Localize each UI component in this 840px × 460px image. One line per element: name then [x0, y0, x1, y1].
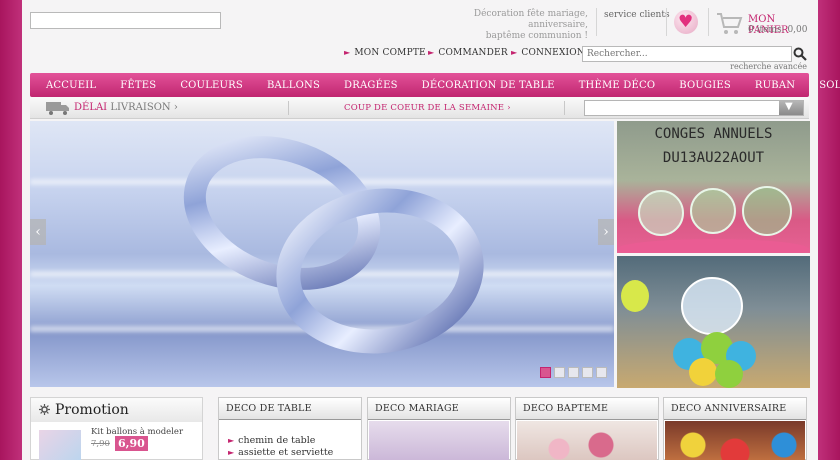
category-deco-bapteme: DECO BAPTEME — [515, 397, 659, 460]
service-clients-link[interactable]: service clients — [604, 10, 670, 20]
subbar-divider — [288, 101, 289, 115]
nav-connexion[interactable]: ► CONNEXION — [511, 48, 585, 58]
menu-item-dragees[interactable]: DRAGÉES — [344, 80, 398, 91]
truck-icon — [46, 102, 69, 115]
category-header[interactable]: DECO ANNIVERSAIRE — [664, 398, 806, 420]
header-divider — [666, 8, 667, 36]
arrow-right-icon: ► — [428, 48, 435, 57]
promo-new-price: 6,90 — [115, 436, 148, 451]
category-image[interactable] — [517, 421, 657, 460]
candy-jars-image — [617, 186, 809, 253]
chevron-down-icon: ▼ — [785, 101, 793, 112]
slider-dot[interactable] — [596, 367, 607, 378]
category-deco-mariage: DECO MARIAGE — [367, 397, 511, 460]
header-divider — [596, 8, 597, 36]
promo-product-image[interactable] — [39, 430, 81, 460]
menu-item-couleurs[interactable]: COULEURS — [180, 80, 243, 91]
category-deco-anniversaire: DECO ANNIVERSAIRE — [663, 397, 807, 460]
category-link-chemin-de-table[interactable]: ► chemin de table — [228, 435, 333, 447]
cart-items-count: 0 items: 0,00 — [748, 25, 808, 35]
promotion-header: Promotion — [31, 398, 202, 422]
menu-item-ruban[interactable]: RUBAN — [755, 80, 795, 91]
category-image[interactable] — [665, 421, 805, 460]
annual-closing-banner[interactable]: CONGES ANNUELS DU13AU22AOUT — [617, 121, 810, 253]
slider-dot[interactable] — [582, 367, 593, 378]
arrow-right-icon: ► — [228, 448, 235, 457]
category-select[interactable]: ▼ — [584, 100, 804, 116]
menu-item-fetes[interactable]: FÊTES — [120, 80, 156, 91]
category-deco-de-table: DECO DE TABLE ► chemin de table ► assiette… — [218, 397, 362, 460]
header-divider — [708, 8, 709, 36]
banner-line-2: DU13AU22AOUT — [662, 150, 765, 166]
hero-slider: ‹ › — [30, 121, 614, 387]
promotion-title: Promotion — [55, 402, 129, 418]
menu-item-bougies[interactable]: BOUGIES — [679, 80, 731, 91]
gear-icon — [39, 404, 50, 415]
chevron-right-icon: › — [507, 103, 511, 113]
banner-line-1: CONGES ANNUELS — [654, 126, 773, 142]
category-header[interactable]: DECO MARIAGE — [368, 398, 510, 420]
menu-item-soldes[interactable]: SOLDES — [819, 80, 840, 91]
select-dropdown-button[interactable]: ▼ — [779, 101, 803, 115]
search-input[interactable] — [582, 46, 792, 62]
delivery-link[interactable]: DÉLAI LIVRAISON › — [74, 102, 178, 113]
main-menu: ACCUEIL FÊTES COULEURS BALLONS DRAGÉES D… — [30, 73, 840, 97]
coup-de-coeur-link[interactable]: COUP DE COEUR DE LA SEMAINE › — [344, 103, 511, 113]
slider-dot[interactable] — [540, 367, 551, 378]
arrow-right-icon: ► — [511, 48, 518, 57]
category-link-assiette-et-serviette[interactable]: ► assiette et serviette — [228, 447, 333, 459]
category-header[interactable]: DECO BAPTEME — [516, 398, 658, 420]
nav-mon-compte[interactable]: ► MON COMPTE — [344, 48, 426, 58]
site-tagline: Décoration fête mariage, anniversaire, b… — [412, 9, 588, 42]
category-header[interactable]: DECO DE TABLE — [219, 398, 361, 420]
menu-item-accueil[interactable]: ACCUEIL — [46, 80, 96, 91]
slider-dot[interactable] — [568, 367, 579, 378]
promotion-box: Promotion Kit ballons à modeler 7,90 6,9… — [30, 397, 203, 460]
promo-old-price: 7,90 — [91, 439, 110, 449]
slider-dots — [540, 367, 607, 378]
menu-item-decoration-de-table[interactable]: DÉCORATION DE TABLE — [422, 80, 555, 91]
cart-icon[interactable] — [715, 9, 743, 37]
search-icon[interactable] — [793, 47, 807, 61]
category-image[interactable] — [369, 421, 509, 460]
arrow-right-icon: ► — [228, 436, 235, 445]
slider-dot[interactable] — [554, 367, 565, 378]
subbar-divider — [564, 101, 565, 115]
advanced-search-link[interactable]: recherche avancée — [712, 62, 807, 71]
wedding-rings-image — [183, 136, 484, 354]
page: Décoration fête mariage, anniversaire, b… — [22, 0, 840, 460]
menu-item-ballons[interactable]: BALLONS — [267, 80, 320, 91]
category-links: ► chemin de table ► assiette et serviette — [228, 435, 333, 459]
balloons-image — [621, 277, 756, 388]
menu-item-theme-deco[interactable]: THÈME DÉCO — [579, 80, 656, 91]
chevron-right-icon: › — [173, 102, 178, 113]
slider-next-button[interactable]: › — [598, 219, 614, 245]
balloons-banner[interactable] — [617, 256, 810, 388]
top-left-input[interactable] — [30, 12, 221, 29]
slider-prev-button[interactable]: ‹ — [30, 219, 46, 245]
nav-commander[interactable]: ► COMMANDER — [428, 48, 508, 58]
tagline-line-2: baptême communion ! — [485, 31, 588, 41]
info-bar: DÉLAI LIVRAISON › COUP DE COEUR DE LA SE… — [30, 97, 809, 119]
wishlist-heart-icon[interactable]: ♥ — [674, 10, 698, 34]
tagline-line-1: Décoration fête mariage, anniversaire, — [473, 9, 588, 30]
arrow-right-icon: ► — [344, 48, 351, 57]
